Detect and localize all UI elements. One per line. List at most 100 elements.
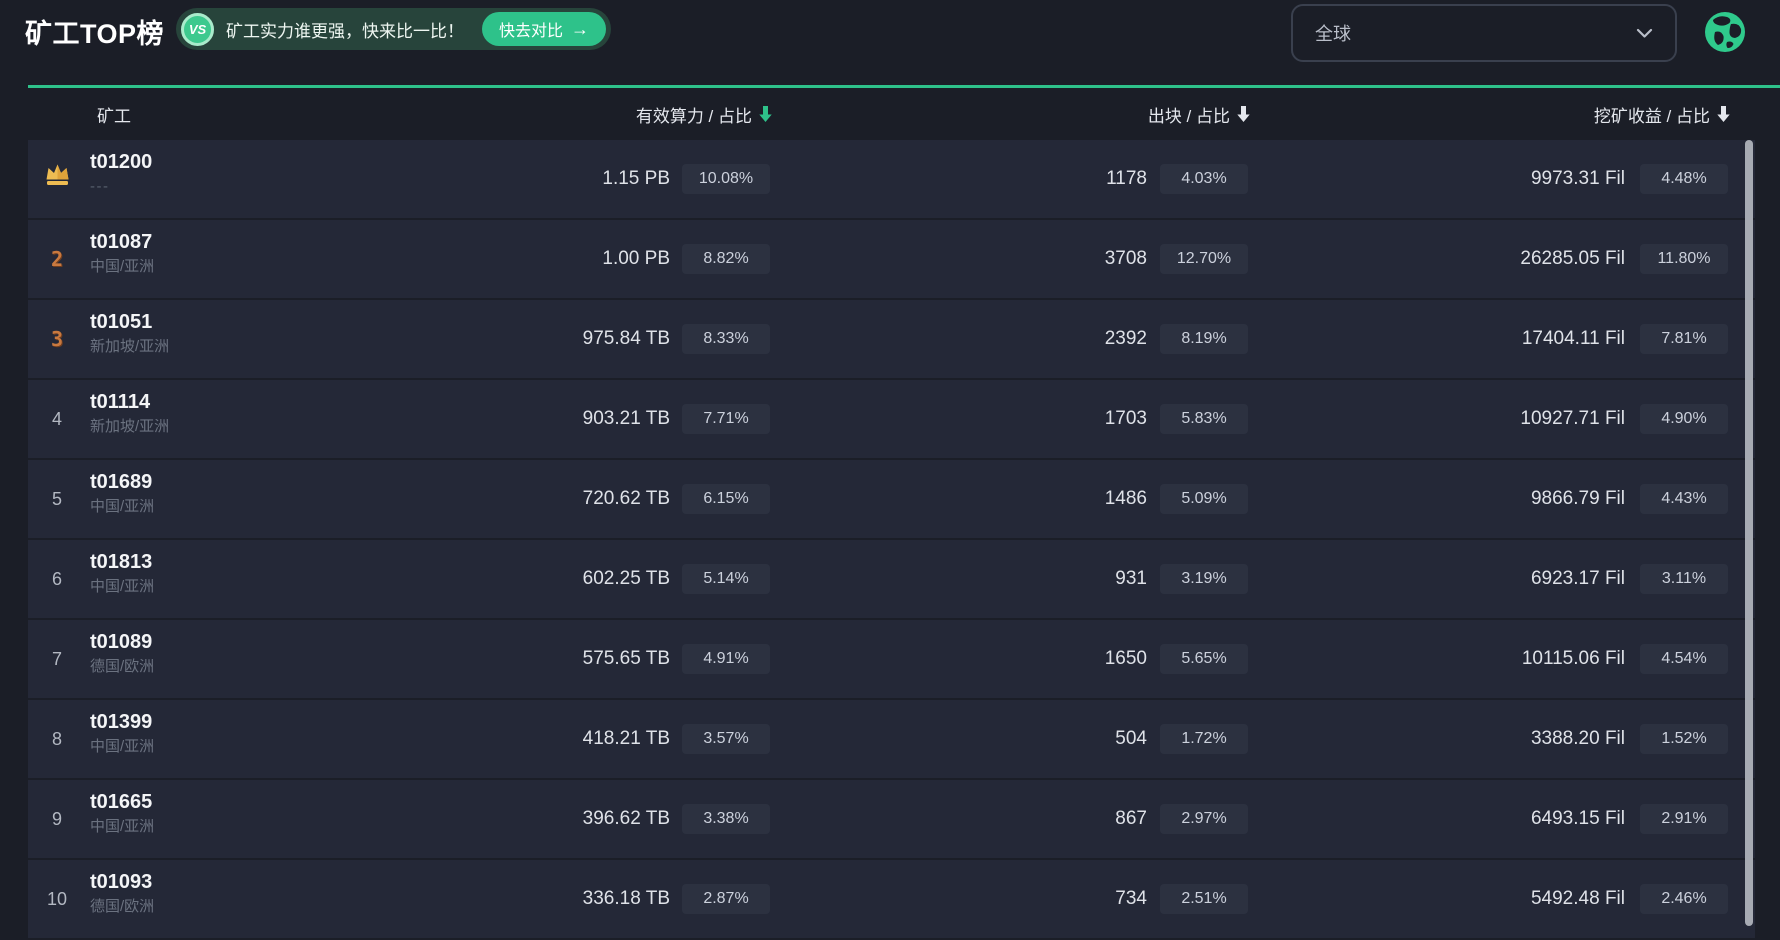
rank-cell: 5 bbox=[28, 460, 86, 538]
column-header-blocks[interactable]: 出块 / 占比 bbox=[1148, 88, 1250, 140]
globe-icon[interactable] bbox=[1704, 11, 1746, 53]
blocks-value: 931 bbox=[1115, 568, 1147, 589]
promo-text: 矿工实力谁更强，快来比一比！ bbox=[226, 21, 464, 41]
power-value: 720.62 TB bbox=[582, 488, 670, 509]
power-value: 903.21 TB bbox=[582, 408, 670, 429]
rank-cell: 2 bbox=[28, 220, 86, 298]
table-row[interactable]: 2 t01087 中国/亚洲 1.00 PB 8.82% 3708 12.70%… bbox=[28, 220, 1755, 298]
blocks-value: 1650 bbox=[1104, 648, 1147, 669]
table-row[interactable]: 7 t01089 德国/欧洲 575.65 TB 4.91% 1650 5.65… bbox=[28, 620, 1755, 698]
blocks-value: 1178 bbox=[1106, 168, 1147, 189]
reward-share-badge: 4.48% bbox=[1640, 164, 1728, 194]
miner-location: 新加坡/亚洲 bbox=[90, 338, 170, 355]
rank-cell: 1 bbox=[28, 140, 86, 218]
miner-info: t01813 中国/亚洲 bbox=[90, 550, 154, 596]
miner-location: 中国/亚洲 bbox=[90, 738, 155, 755]
reward-value: 5492.48 Fil bbox=[1530, 888, 1625, 909]
miner-id: t01051 bbox=[90, 311, 153, 333]
reward-value: 9973.31 Fil bbox=[1530, 168, 1625, 189]
table-header: 矿工 有效算力 / 占比 出块 / 占比 挖矿收益 / 占比 bbox=[28, 88, 1755, 140]
miner-info: t01093 德国/欧洲 bbox=[90, 870, 154, 916]
column-header-miner: 矿工 bbox=[97, 106, 131, 126]
miner-id: t01813 bbox=[90, 551, 153, 573]
miner-id: t01093 bbox=[90, 871, 153, 893]
rank-number: 5 bbox=[51, 488, 62, 509]
miner-id: t01399 bbox=[90, 711, 153, 733]
miner-id: t01089 bbox=[90, 631, 153, 653]
blocks-value: 3708 bbox=[1104, 248, 1147, 269]
rank-number: 3 bbox=[50, 327, 64, 351]
go-compare-label: 快去对比 bbox=[499, 23, 564, 40]
power-value: 396.62 TB bbox=[582, 808, 670, 829]
miner-location: 中国/亚洲 bbox=[90, 498, 155, 515]
page-title: 矿工TOP榜 bbox=[25, 19, 165, 49]
table-row[interactable]: 8 t01399 中国/亚洲 418.21 TB 3.57% 504 1.72%… bbox=[28, 700, 1755, 778]
blocks-share-badge: 4.03% bbox=[1160, 164, 1248, 194]
miner-info: t01051 新加坡/亚洲 bbox=[90, 310, 169, 356]
blocks-value: 1486 bbox=[1104, 488, 1147, 509]
table-row[interactable]: 5 t01689 中国/亚洲 720.62 TB 6.15% 1486 5.09… bbox=[28, 460, 1755, 538]
blocks-share-badge: 1.72% bbox=[1160, 724, 1248, 754]
vertical-scrollbar[interactable] bbox=[1745, 140, 1753, 926]
go-compare-button[interactable]: 快去对比 → bbox=[482, 12, 607, 46]
reward-share-badge: 4.54% bbox=[1640, 644, 1728, 674]
miner-location: 新加坡/亚洲 bbox=[90, 418, 170, 435]
miner-info: t01200 --- bbox=[90, 150, 152, 196]
rank-cell: 3 bbox=[28, 300, 86, 378]
reward-share-badge: 2.46% bbox=[1640, 884, 1728, 914]
blocks-share-badge: 8.19% bbox=[1160, 324, 1248, 354]
rank-cell: 8 bbox=[28, 700, 86, 778]
rank-number: 2 bbox=[50, 247, 64, 271]
miner-id: t01087 bbox=[90, 231, 153, 253]
compare-promo-banner: VS 矿工实力谁更强，快来比一比！ 快去对比 → bbox=[176, 8, 612, 50]
miner-id: t01689 bbox=[90, 471, 153, 493]
power-share-badge: 5.14% bbox=[682, 564, 770, 594]
power-share-badge: 3.57% bbox=[682, 724, 770, 754]
miner-location: --- bbox=[90, 178, 110, 195]
table-row[interactable]: 6 t01813 中国/亚洲 602.25 TB 5.14% 931 3.19%… bbox=[28, 540, 1755, 618]
blocks-value: 2392 bbox=[1104, 328, 1147, 349]
blocks-share-badge: 5.83% bbox=[1160, 404, 1248, 434]
reward-share-badge: 7.81% bbox=[1640, 324, 1728, 354]
crown-icon bbox=[44, 162, 71, 192]
reward-share-badge: 2.91% bbox=[1640, 804, 1728, 834]
region-select[interactable]: 全球 bbox=[1291, 4, 1677, 62]
table-row[interactable]: 1 t01200 --- 1.15 PB 10.08% 1178 4.03% 9… bbox=[28, 140, 1755, 218]
miner-info: t01399 中国/亚洲 bbox=[90, 710, 154, 756]
power-value: 418.21 TB bbox=[582, 728, 670, 749]
rank-number: 7 bbox=[51, 648, 62, 669]
column-header-power[interactable]: 有效算力 / 占比 bbox=[636, 88, 772, 140]
blocks-share-badge: 2.51% bbox=[1160, 884, 1248, 914]
reward-value: 3388.20 Fil bbox=[1530, 728, 1625, 749]
chevron-down-icon bbox=[1636, 28, 1653, 39]
rank-cell: 10 bbox=[28, 860, 86, 938]
reward-share-badge: 1.52% bbox=[1640, 724, 1728, 754]
power-share-badge: 7.71% bbox=[682, 404, 770, 434]
table-row[interactable]: 9 t01665 中国/亚洲 396.62 TB 3.38% 867 2.97%… bbox=[28, 780, 1755, 858]
rank-number: 8 bbox=[51, 728, 62, 749]
power-share-badge: 6.15% bbox=[682, 484, 770, 514]
vs-icon: VS bbox=[181, 12, 214, 46]
reward-share-badge: 11.80% bbox=[1640, 244, 1728, 274]
rank-cell: 6 bbox=[28, 540, 86, 618]
miner-location: 德国/欧洲 bbox=[90, 898, 155, 915]
power-share-badge: 3.38% bbox=[682, 804, 770, 834]
table-row[interactable]: 4 t01114 新加坡/亚洲 903.21 TB 7.71% 1703 5.8… bbox=[28, 380, 1755, 458]
rank-cell: 4 bbox=[28, 380, 86, 458]
miner-info: t01114 新加坡/亚洲 bbox=[90, 390, 169, 436]
blocks-share-badge: 5.09% bbox=[1160, 484, 1248, 514]
sort-desc-icon-blocks bbox=[1237, 106, 1250, 122]
power-value: 602.25 TB bbox=[582, 568, 670, 589]
reward-share-badge: 3.11% bbox=[1640, 564, 1728, 594]
table-row[interactable]: 3 t01051 新加坡/亚洲 975.84 TB 8.33% 2392 8.1… bbox=[28, 300, 1755, 378]
rank-cell: 9 bbox=[28, 780, 86, 858]
reward-value: 6923.17 Fil bbox=[1530, 568, 1625, 589]
miner-info: t01087 中国/亚洲 bbox=[90, 230, 154, 276]
reward-share-badge: 4.43% bbox=[1640, 484, 1728, 514]
power-share-badge: 8.82% bbox=[682, 244, 770, 274]
column-header-reward[interactable]: 挖矿收益 / 占比 bbox=[1594, 88, 1730, 140]
power-share-badge: 4.91% bbox=[682, 644, 770, 674]
miner-location: 中国/亚洲 bbox=[90, 258, 155, 275]
table-row[interactable]: 10 t01093 德国/欧洲 336.18 TB 2.87% 734 2.51… bbox=[28, 860, 1755, 938]
power-value: 975.84 TB bbox=[582, 328, 670, 349]
